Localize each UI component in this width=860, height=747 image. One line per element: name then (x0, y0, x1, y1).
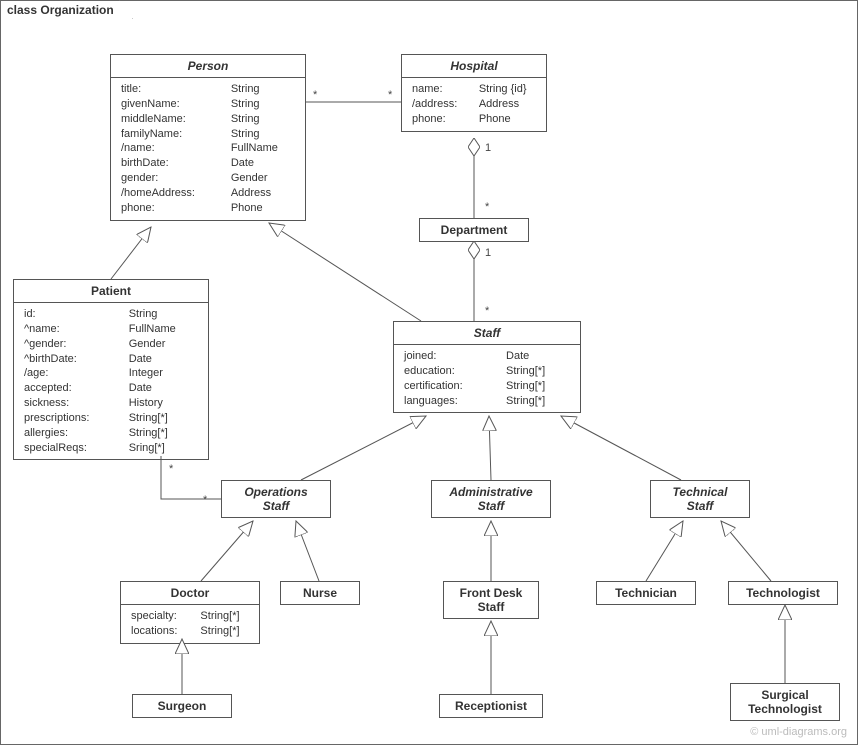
class-nurse: Nurse (280, 581, 360, 605)
class-doctor: Doctor specialty:String[*] locations:Str… (120, 581, 260, 644)
class-technical-staff-name: Technical Staff (651, 481, 749, 517)
class-technician-name: Technician (597, 582, 695, 604)
package-frame: class Organization Person title:String g… (0, 0, 858, 745)
class-person: Person title:String givenName:String mid… (110, 54, 306, 221)
mult-dept-staff-star: * (485, 305, 489, 317)
class-administrative-staff: Administrative Staff (431, 480, 551, 518)
mult-patient-opsstaff-right: * (203, 494, 207, 506)
mult-person-hospital-left: * (313, 89, 317, 101)
class-patient: Patient id:String ^name:FullName ^gender… (13, 279, 209, 460)
class-front-desk-staff-name: Front Desk Staff (444, 582, 538, 618)
class-administrative-staff-name: Administrative Staff (432, 481, 550, 517)
mult-patient-opsstaff-top: * (169, 463, 173, 475)
class-hospital-attrs: name:String {id} /address:Address phone:… (402, 78, 546, 131)
class-surgeon: Surgeon (132, 694, 232, 718)
mult-hospital-dept-1: 1 (485, 142, 491, 154)
class-receptionist-name: Receptionist (440, 695, 542, 717)
class-staff-name: Staff (394, 322, 580, 345)
class-staff-attrs: joined:Date education:String[*] certific… (394, 345, 580, 412)
class-technologist: Technologist (728, 581, 838, 605)
class-surgical-technologist: Surgical Technologist (730, 683, 840, 721)
class-department: Department (419, 218, 529, 242)
mult-person-hospital-right: * (388, 89, 392, 101)
class-patient-attrs: id:String ^name:FullName ^gender:Gender … (14, 303, 208, 459)
class-operations-staff-name: Operations Staff (222, 481, 330, 517)
class-technician: Technician (596, 581, 696, 605)
class-staff: Staff joined:Date education:String[*] ce… (393, 321, 581, 413)
class-surgeon-name: Surgeon (133, 695, 231, 717)
class-operations-staff: Operations Staff (221, 480, 331, 518)
class-hospital: Hospital name:String {id} /address:Addre… (401, 54, 547, 132)
class-doctor-attrs: specialty:String[*] locations:String[*] (121, 605, 259, 643)
class-surgical-technologist-name: Surgical Technologist (731, 684, 839, 720)
class-receptionist: Receptionist (439, 694, 543, 718)
class-nurse-name: Nurse (281, 582, 359, 604)
class-person-name: Person (111, 55, 305, 78)
class-patient-name: Patient (14, 280, 208, 303)
watermark: © uml-diagrams.org (750, 726, 847, 738)
class-hospital-name: Hospital (402, 55, 546, 78)
class-front-desk-staff: Front Desk Staff (443, 581, 539, 619)
class-department-name: Department (420, 219, 528, 241)
class-technologist-name: Technologist (729, 582, 837, 604)
mult-hospital-dept-star: * (485, 201, 489, 213)
mult-dept-staff-1: 1 (485, 247, 491, 259)
frame-title: class Organization (0, 0, 133, 19)
class-person-attrs: title:String givenName:String middleName… (111, 78, 305, 220)
class-doctor-name: Doctor (121, 582, 259, 605)
class-technical-staff: Technical Staff (650, 480, 750, 518)
